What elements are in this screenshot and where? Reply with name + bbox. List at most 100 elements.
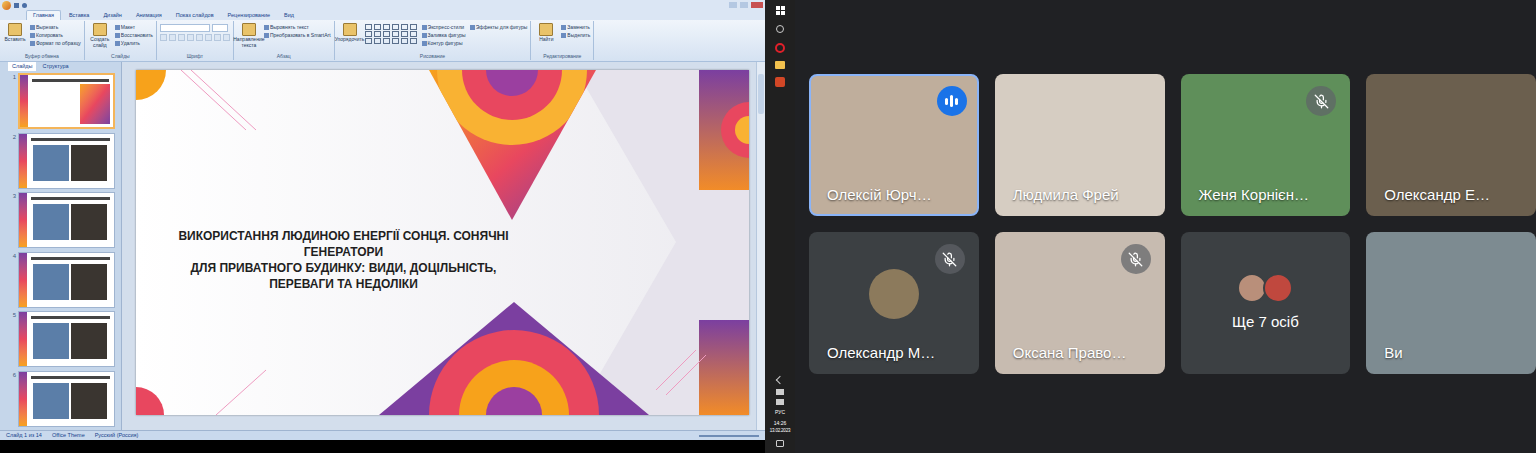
clock-date[interactable]: 13.02.2023 <box>770 427 791 434</box>
participant-tile[interactable]: Олексій Юрч… <box>809 74 979 216</box>
slide-thumbnail-row[interactable]: 1 <box>8 73 121 133</box>
shape-icon[interactable] <box>374 24 381 30</box>
format-button-icon[interactable] <box>196 34 203 41</box>
ribbon-big-button[interactable]: Упорядочить <box>338 23 362 42</box>
panel-tab[interactable]: Слайды <box>8 62 36 71</box>
ribbon-small-button[interactable]: Удалить <box>115 39 153 47</box>
ribbon-big-button[interactable]: Вставить <box>3 23 27 42</box>
slide-thumbnail[interactable] <box>18 371 115 427</box>
participant-tile[interactable]: Олександр Е… <box>1366 74 1536 216</box>
participant-tile[interactable]: Ще 7 осіб <box>1181 232 1351 374</box>
participant-tile[interactable]: Оксана Право… <box>995 232 1165 374</box>
ribbon-tab[interactable]: Рецензирование <box>222 11 276 20</box>
slide-thumbnail[interactable] <box>18 252 115 308</box>
slide-thumbnail-row[interactable]: 4 <box>8 252 121 312</box>
ribbon-small-button[interactable]: Формат по образцу <box>30 39 81 47</box>
ribbon-small-button[interactable]: Выделить <box>561 31 590 39</box>
participant-tile[interactable]: Ви <box>1366 232 1536 374</box>
shape-icon[interactable] <box>392 38 399 44</box>
ribbon-small-button[interactable]: Заменить <box>561 23 590 31</box>
ribbon-big-button[interactable]: Найти <box>534 23 558 42</box>
shape-icon[interactable] <box>365 38 372 44</box>
ribbon-small-button[interactable]: Макет <box>115 23 153 31</box>
format-button-icon[interactable] <box>160 34 167 41</box>
ribbon-small-button[interactable]: Копировать <box>30 31 81 39</box>
windows-icon[interactable] <box>776 6 785 15</box>
ribbon-tab[interactable]: Анимация <box>130 11 168 20</box>
folder-icon[interactable] <box>775 61 785 69</box>
slide-thumbnail[interactable] <box>18 73 115 129</box>
shape-icon[interactable] <box>410 24 417 30</box>
shape-icon[interactable] <box>401 31 408 37</box>
ribbon-small-button[interactable]: Заливка фигуры <box>422 31 466 39</box>
minimize-icon[interactable] <box>729 2 737 8</box>
scrollbar[interactable] <box>756 62 765 430</box>
format-button-icon[interactable] <box>205 34 212 41</box>
ribbon-tab[interactable]: Показ слайдов <box>170 11 220 20</box>
maximize-icon[interactable] <box>740 2 748 8</box>
ribbon-small-button[interactable]: Эффекты для фигуры <box>470 23 528 31</box>
slide-thumbnail-row[interactable]: 3 <box>8 192 121 252</box>
shape-icon[interactable] <box>401 38 408 44</box>
ribbon-big-button[interactable]: Создать слайд <box>88 23 112 48</box>
shape-icon[interactable] <box>383 31 390 37</box>
ribbon-small-button[interactable]: Выровнять текст <box>264 23 331 31</box>
slide-thumbnail-row[interactable]: 5 <box>8 311 121 371</box>
ribbon-small-button[interactable]: Восстановить <box>115 31 153 39</box>
participant-tile[interactable]: Людмила Фрей <box>995 74 1165 216</box>
slide-thumbnail-row[interactable]: 6 <box>8 371 121 431</box>
slide-thumbnail[interactable] <box>18 192 115 248</box>
shapes-gallery[interactable] <box>365 23 419 44</box>
slide-thumbnail-row[interactable]: 2 <box>8 133 121 193</box>
ribbon-button-icon <box>30 33 35 38</box>
shape-icon[interactable] <box>392 31 399 37</box>
opera-icon[interactable] <box>775 43 785 53</box>
shape-icon[interactable] <box>383 38 390 44</box>
ribbon-tab[interactable]: Вставка <box>63 11 95 20</box>
zoom-slider[interactable] <box>699 435 759 437</box>
volume-icon[interactable] <box>776 399 784 405</box>
shape-icon[interactable] <box>365 31 372 37</box>
ribbon-tab[interactable]: Вид <box>278 11 300 20</box>
slide-thumbnail[interactable] <box>18 311 115 367</box>
font-name-field[interactable] <box>160 24 210 32</box>
shape-icon[interactable] <box>392 24 399 30</box>
shape-icon[interactable] <box>374 31 381 37</box>
ribbon-small-button[interactable]: Преобразовать в SmartArt <box>264 31 331 39</box>
powerpoint-icon[interactable] <box>775 77 785 87</box>
participant-tile[interactable]: Женя Корнієн… <box>1181 74 1351 216</box>
language-indicator[interactable]: РУС <box>775 409 785 416</box>
panel-tab[interactable]: Структура <box>38 62 72 71</box>
shape-icon[interactable] <box>374 38 381 44</box>
format-button-icon[interactable] <box>169 34 176 41</box>
close-icon[interactable] <box>751 2 763 8</box>
tray-icon[interactable] <box>776 376 784 384</box>
ribbon-big-button[interactable]: Направление текста <box>237 23 261 48</box>
shape-icon[interactable] <box>383 24 390 30</box>
font-size-field[interactable] <box>212 24 228 32</box>
format-button-icon[interactable] <box>214 34 221 41</box>
shape-icon[interactable] <box>365 24 372 30</box>
ribbon-tab[interactable]: Дизайн <box>97 11 128 20</box>
ribbon-small-button[interactable]: Вырезать <box>30 23 81 31</box>
ribbon-small-button[interactable]: Контур фигуры <box>422 39 466 47</box>
shape-icon[interactable] <box>410 38 417 44</box>
clock-time[interactable]: 14:26 <box>774 420 787 427</box>
ribbon-tab[interactable]: Главная <box>26 10 61 20</box>
office-button-icon[interactable] <box>2 1 11 10</box>
ribbon-small-button[interactable]: Экспресс-стили <box>422 23 466 31</box>
search-icon[interactable] <box>776 25 784 33</box>
slide-thumbnail[interactable] <box>18 133 115 189</box>
save-icon[interactable] <box>14 3 19 8</box>
notification-icon[interactable] <box>776 440 784 447</box>
participant-tile[interactable]: Олександр М… <box>809 232 979 374</box>
thumbnail-picture <box>33 264 69 300</box>
format-button-icon[interactable] <box>178 34 185 41</box>
format-button-icon[interactable] <box>223 34 230 41</box>
shape-icon[interactable] <box>401 24 408 30</box>
slide-number: 4 <box>8 252 16 260</box>
network-icon[interactable] <box>776 389 784 395</box>
format-button-icon[interactable] <box>187 34 194 41</box>
shape-icon[interactable] <box>410 31 417 37</box>
undo-icon[interactable] <box>22 3 27 8</box>
